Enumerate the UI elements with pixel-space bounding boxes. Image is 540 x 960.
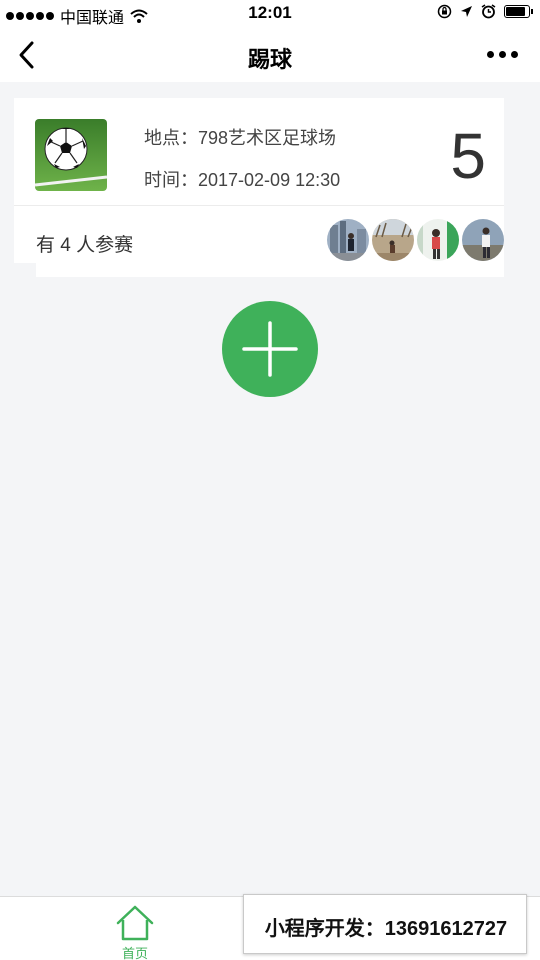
- tab-home[interactable]: 首页: [105, 903, 165, 960]
- event-card[interactable]: 地点：798艺术区足球场 时间：2017-02-09 12:30 5 有 4 人…: [14, 98, 504, 263]
- status-right: [437, 4, 533, 19]
- avatar[interactable]: [462, 219, 504, 261]
- tab-home-label: 首页: [121, 946, 148, 960]
- location-label: 地点：: [144, 128, 198, 148]
- page-title: 踢球: [247, 47, 292, 72]
- home-icon: [116, 905, 154, 941]
- participants-count: 有 4 人参赛: [36, 235, 134, 256]
- battery-icon: [504, 5, 533, 18]
- location-arrow-icon: [461, 6, 472, 17]
- alarm-icon: [481, 4, 496, 19]
- watermark-banner: 小程序开发：13691612727: [243, 894, 527, 954]
- participant-avatars: [327, 219, 504, 261]
- add-event-button[interactable]: [222, 301, 318, 397]
- more-dot: [487, 51, 494, 58]
- avatar[interactable]: [327, 219, 369, 261]
- event-card-header: 地点：798艺术区足球场 时间：2017-02-09 12:30 5: [14, 98, 504, 206]
- battery-fill: [506, 7, 525, 16]
- card-bottom-strip: [36, 263, 504, 277]
- avatar[interactable]: [372, 219, 414, 261]
- nav-bar: 踢球: [0, 28, 540, 82]
- orientation-lock-icon: [437, 4, 452, 19]
- event-count: 5: [450, 120, 486, 192]
- status-bar: 中国联通 12:01: [0, 0, 540, 28]
- more-dot: [499, 51, 506, 58]
- event-time: 时间：2017-02-09 12:30: [144, 166, 340, 192]
- more-button[interactable]: [487, 51, 518, 58]
- plus-icon: [242, 321, 298, 377]
- more-dot: [511, 51, 518, 58]
- watermark-text: 小程序开发：13691612727: [264, 918, 508, 940]
- avatar[interactable]: [417, 219, 459, 261]
- soccer-ball-image: [35, 119, 107, 191]
- location-value: 798艺术区足球场: [198, 128, 337, 148]
- time-label: 时间：: [144, 170, 198, 190]
- event-location: 地点：798艺术区足球场: [144, 124, 336, 150]
- time-value: 2017-02-09 12:30: [198, 170, 341, 190]
